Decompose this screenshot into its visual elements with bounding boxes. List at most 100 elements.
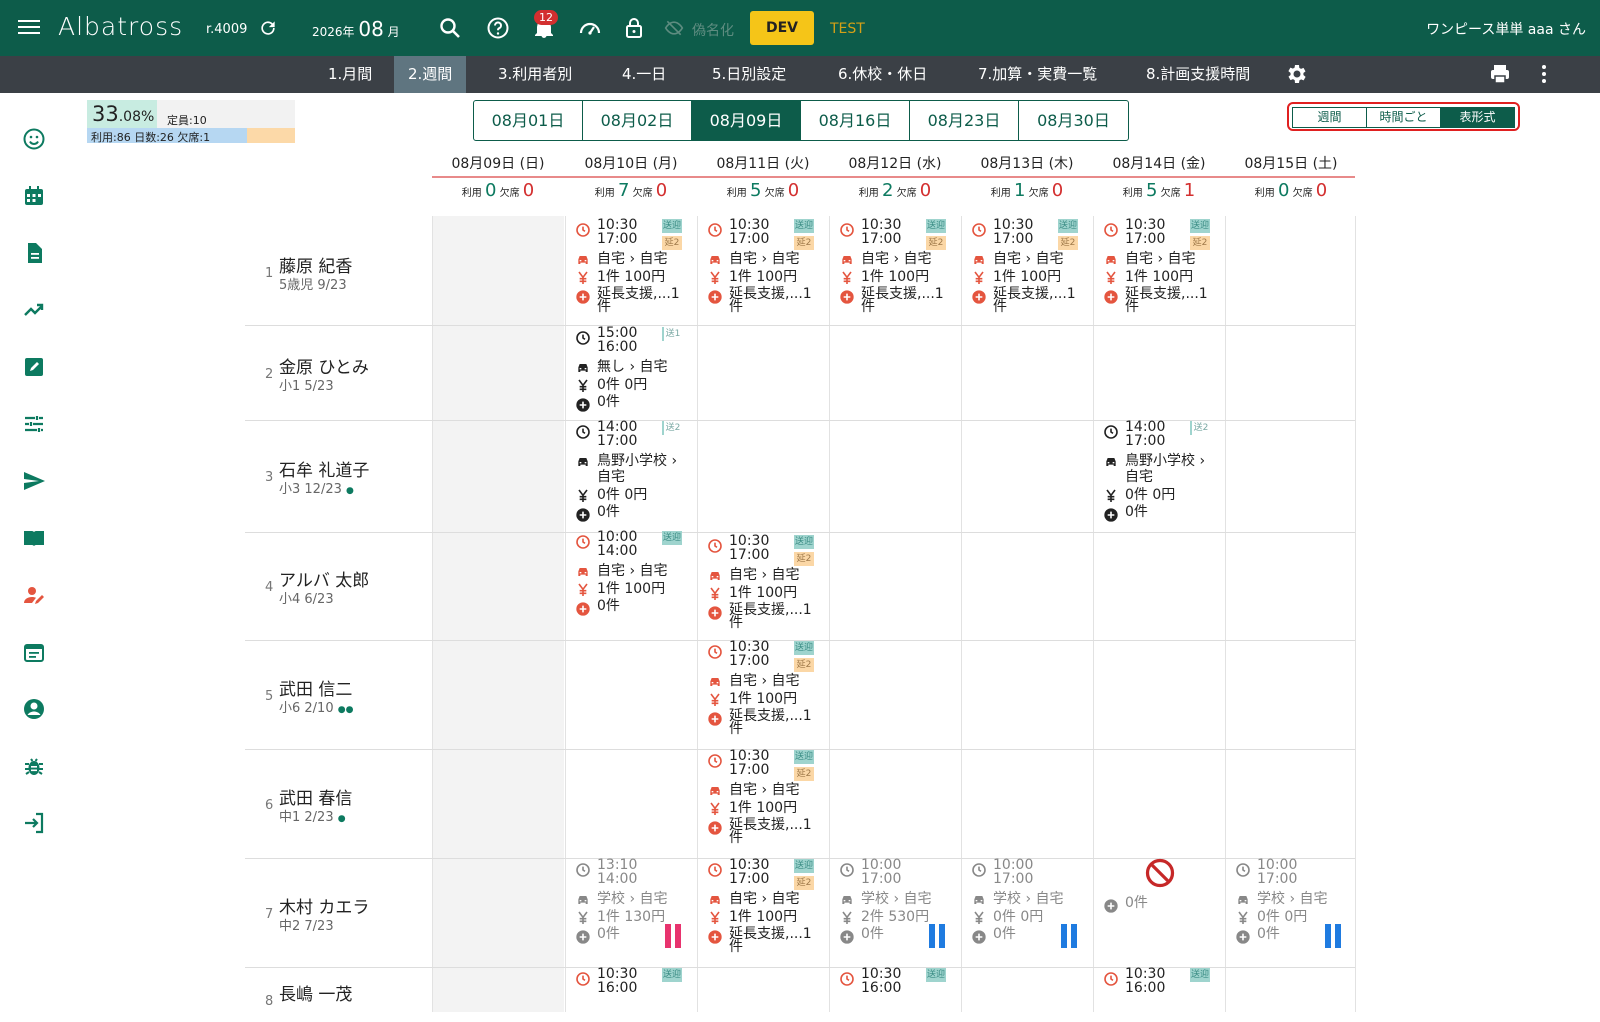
- person-row-label[interactable]: 8 長嶋 一茂: [245, 978, 432, 1022]
- day-header[interactable]: 08月12日 (水): [829, 152, 961, 176]
- tab-monthly[interactable]: 1.月間: [314, 56, 386, 93]
- schedule-cell[interactable]: 15:00 16:00 送1 無し › 自宅 0件 0円 0件: [567, 326, 695, 426]
- view-table[interactable]: 表形式: [1441, 108, 1514, 127]
- add-circle-icon[interactable]: [1235, 929, 1251, 945]
- person-row-label[interactable]: 3 石牟 礼道子 小3 12/23 ●: [245, 454, 432, 498]
- person-row-label[interactable]: 1 藤原 紀香 5歳児 9/23: [245, 250, 432, 294]
- user-name[interactable]: ワンピース単単 aaa さん: [1426, 19, 1586, 39]
- tab-day-settings[interactable]: 5.日別設定: [698, 56, 800, 93]
- add-circle-icon[interactable]: [971, 289, 987, 305]
- day-header[interactable]: 08月15日 (土): [1225, 152, 1357, 176]
- print-icon[interactable]: [1488, 62, 1512, 86]
- edit-note-icon[interactable]: [22, 355, 46, 379]
- week-tab-0801[interactable]: 08月01日: [474, 101, 583, 140]
- person-row-label[interactable]: 7 木村 カエラ 中2 7/23: [245, 891, 432, 935]
- add-circle-icon[interactable]: [839, 929, 855, 945]
- person-row-label[interactable]: 4 アルバ 太郎 小4 6/23: [245, 564, 432, 608]
- month-selector[interactable]: 2026年 08 月: [312, 17, 400, 41]
- view-hourly[interactable]: 時間ごと: [1367, 108, 1441, 127]
- week-tab-0830[interactable]: 08月30日: [1019, 101, 1128, 140]
- menu-icon[interactable]: [18, 17, 40, 39]
- tab-plan-support[interactable]: 8.計画支援時間: [1132, 56, 1264, 93]
- book-icon[interactable]: [22, 526, 46, 550]
- schedule-cell[interactable]: 10:30 17:00 送迎 延2 自宅 › 自宅 1件 100円 延長支援,...1 件: [699, 640, 827, 740]
- schedule-cell[interactable]: 10:30 17:00 送迎 延2 自宅 › 自宅 1件 100円 延長支援,...1 件: [699, 218, 827, 318]
- smiley-icon[interactable]: [22, 127, 46, 151]
- speedometer-icon[interactable]: [578, 16, 602, 40]
- add-circle-icon[interactable]: [1103, 507, 1119, 523]
- day-header[interactable]: 08月10日 (月): [565, 152, 697, 176]
- schedule-cell[interactable]: 10:30 17:00 送迎 延2 自宅 › 自宅 1件 100円 延長支援,...1 件: [963, 218, 1091, 318]
- schedule-cell[interactable]: 10:30 17:00 送迎 延2 自宅 › 自宅 1件 100円 延長支援,...1 件: [699, 534, 827, 634]
- add-circle-icon[interactable]: [707, 929, 723, 945]
- add-circle-icon[interactable]: [575, 397, 591, 413]
- view-weekly[interactable]: 週間: [1293, 108, 1367, 127]
- schedule-cell[interactable]: 10:30 16:00 送迎: [831, 967, 959, 1007]
- help-icon[interactable]: [486, 16, 510, 40]
- car-icon: [578, 568, 588, 576]
- tab-holidays[interactable]: 6.休校・休日: [824, 56, 941, 93]
- add-circle-icon[interactable]: [1103, 289, 1119, 305]
- add-circle-icon[interactable]: [575, 289, 591, 305]
- event-note-icon[interactable]: [22, 640, 46, 664]
- add-circle-icon[interactable]: [707, 289, 723, 305]
- add-circle-icon[interactable]: [839, 289, 855, 305]
- reload-icon[interactable]: [258, 18, 278, 38]
- tab-by-user[interactable]: 3.利用者別: [484, 56, 586, 93]
- schedule-cell[interactable]: 10:00 14:00 送迎 自宅 › 自宅 1件 100円 0件: [567, 530, 695, 630]
- yen-icon: [842, 911, 852, 924]
- lock-icon[interactable]: [622, 16, 646, 40]
- bug-icon[interactable]: [22, 754, 46, 778]
- person-row-label[interactable]: 2 金原 ひとみ 小1 5/23: [245, 351, 432, 395]
- week-tab-0802[interactable]: 08月02日: [583, 101, 692, 140]
- person-row-label[interactable]: 6 武田 春信 中1 2/23 ●: [245, 782, 432, 826]
- add-circle-icon[interactable]: [707, 605, 723, 621]
- add-circle-icon[interactable]: [575, 929, 591, 945]
- account-circle-icon[interactable]: [22, 697, 46, 721]
- add-circle-icon[interactable]: [1103, 898, 1119, 914]
- schedule-cell[interactable]: 10:30 17:00 送迎 延2 自宅 › 自宅 1件 100円 延長支援,...1 件: [1095, 218, 1223, 318]
- week-tab-0816[interactable]: 08月16日: [801, 101, 910, 140]
- dev-button[interactable]: DEV: [750, 11, 814, 45]
- schedule-cell[interactable]: 10:30 17:00 送迎 延2 自宅 › 自宅 1件 100円 延長支援,...1 件: [699, 858, 827, 958]
- schedule-cell-absent[interactable]: 0件: [1095, 858, 1223, 958]
- tune-icon[interactable]: [22, 412, 46, 436]
- send-icon[interactable]: [22, 469, 46, 493]
- test-env-label[interactable]: TEST: [830, 21, 865, 37]
- person-row-label[interactable]: 5 武田 信二 小6 2/10 ●●: [245, 673, 432, 717]
- add-circle-icon[interactable]: [707, 820, 723, 836]
- notification-badge: 12: [534, 10, 558, 25]
- schedule-cell[interactable]: 10:30 16:00 送迎: [567, 967, 695, 1007]
- day-header[interactable]: 08月11日 (火): [697, 152, 829, 176]
- add-circle-icon[interactable]: [971, 929, 987, 945]
- tab-addition-list[interactable]: 7.加算・実費一覧: [964, 56, 1111, 93]
- add-circle-icon[interactable]: [575, 601, 591, 617]
- more-vert-icon[interactable]: [1532, 62, 1556, 86]
- yen-icon: [578, 489, 588, 502]
- calendar-grid-icon[interactable]: [22, 184, 46, 208]
- week-tab-0809[interactable]: 08月09日: [692, 101, 801, 140]
- add-circle-icon[interactable]: [707, 711, 723, 727]
- day-header[interactable]: 08月13日 (木): [961, 152, 1093, 176]
- document-icon[interactable]: [22, 241, 46, 265]
- schedule-cell[interactable]: 14:00 17:00 送2 鳥野小学校 › 自宅 0件 0円 0件: [567, 420, 695, 523]
- add-circle-icon[interactable]: [575, 507, 591, 523]
- schedule-cell[interactable]: 10:30 17:00 送迎 延2 自宅 › 自宅 1件 100円 延長支援,...1 件: [567, 218, 695, 318]
- user-edit-icon[interactable]: [22, 583, 46, 607]
- trending-up-icon[interactable]: [22, 298, 46, 322]
- schedule-cell[interactable]: 10:30 17:00 送迎 延2 自宅 › 自宅 1件 100円 延長支援,...1 件: [699, 749, 827, 849]
- tab-daily[interactable]: 4.一日: [608, 56, 680, 93]
- transport-tag: 送1: [662, 327, 682, 341]
- schedule-cell[interactable]: 10:30 16:00 送迎: [1095, 967, 1223, 1007]
- tab-weekly[interactable]: 2.週間: [394, 56, 467, 93]
- week-tab-0823[interactable]: 08月23日: [910, 101, 1019, 140]
- day-header[interactable]: 08月09日 (日): [432, 152, 564, 176]
- day-header[interactable]: 08月14日 (金): [1093, 152, 1225, 176]
- clock-icon: [576, 535, 590, 549]
- gear-icon[interactable]: [1284, 62, 1308, 86]
- anonymize-toggle[interactable]: 偽名化: [692, 20, 734, 40]
- logout-icon[interactable]: [22, 811, 46, 835]
- search-icon[interactable]: [438, 16, 462, 40]
- schedule-cell[interactable]: 10:30 17:00 送迎 延2 自宅 › 自宅 1件 100円 延長支援,...1 件: [831, 218, 959, 318]
- schedule-cell[interactable]: 14:00 17:00 送2 鳥野小学校 › 自宅 0件 0円 0件: [1095, 420, 1223, 523]
